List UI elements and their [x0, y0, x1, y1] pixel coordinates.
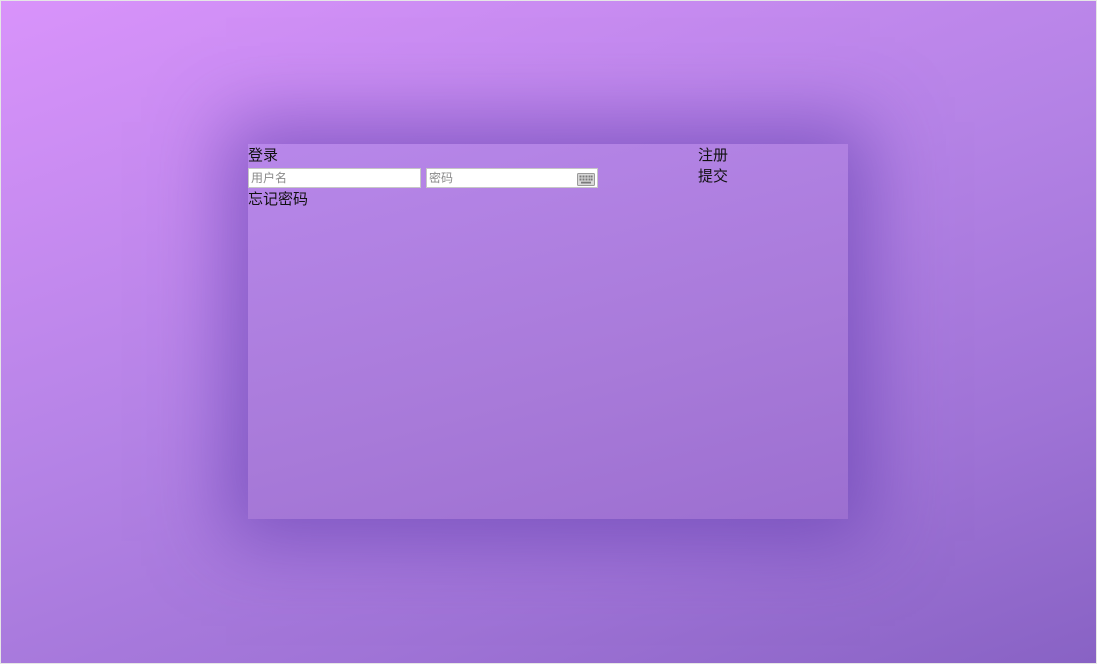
login-panel: 登录 注册 提 [248, 144, 848, 519]
login-title: 登录 [248, 146, 279, 164]
password-field [426, 168, 598, 188]
forgot-password-link[interactable]: 忘记密码 [248, 189, 308, 209]
keyboard-icon[interactable] [577, 171, 595, 186]
register-link[interactable]: 注册 [698, 145, 728, 165]
password-input[interactable] [426, 168, 598, 188]
username-input[interactable] [248, 168, 421, 188]
submit-button[interactable]: 提交 [698, 166, 728, 186]
